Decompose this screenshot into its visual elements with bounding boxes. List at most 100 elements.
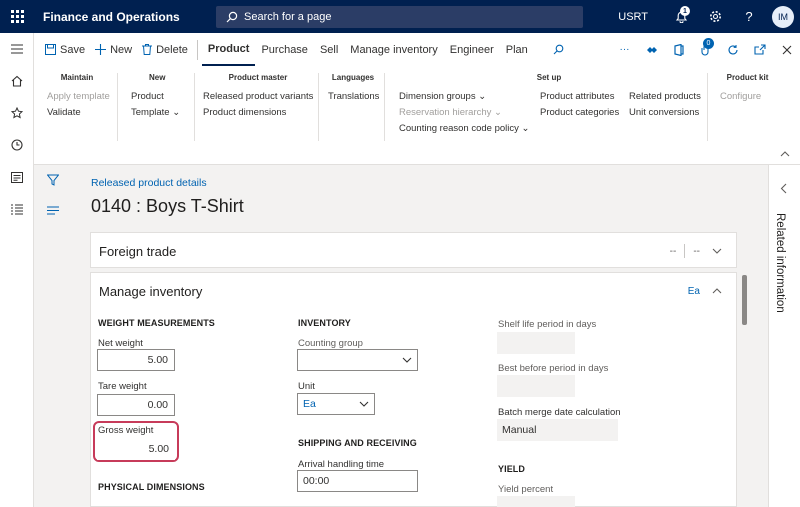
ellipsis-icon: ··· [619, 44, 630, 55]
setup-column-3: Related products Unit conversions [629, 91, 701, 123]
tab-engineer[interactable]: Engineer [444, 33, 500, 66]
chevron-down-icon: ⌄ [478, 91, 487, 102]
apply-template-button[interactable]: Apply template [47, 91, 110, 107]
net-weight-label: Net weight [98, 338, 143, 349]
delete-button[interactable]: Delete [137, 33, 193, 66]
yield-percent-field [497, 496, 575, 507]
translations-button[interactable]: Translations [328, 91, 379, 107]
related-products-button[interactable]: Related products [629, 91, 701, 107]
nav-recent[interactable] [0, 129, 34, 161]
chevron-up-icon[interactable] [712, 288, 722, 294]
dimension-groups-label: Dimension groups [399, 91, 476, 102]
list-icon [47, 206, 59, 214]
group-title: New [149, 73, 166, 82]
save-button[interactable]: Save [40, 33, 90, 66]
list-view-button[interactable] [34, 195, 72, 225]
unit-conversions-button[interactable]: Unit conversions [629, 107, 701, 123]
tab-sell[interactable]: Sell [314, 33, 344, 66]
shelf-life-label: Shelf life period in days [498, 319, 597, 330]
counting-group-select[interactable] [297, 349, 418, 371]
setup-column-2: Product attributes Product categories [540, 91, 619, 123]
collapse-action-pane-button[interactable] [780, 148, 790, 160]
product-attributes-button[interactable]: Product attributes [540, 91, 619, 107]
chevron-down-icon: ⌄ [172, 107, 181, 118]
notifications-button[interactable]: 1 [664, 0, 698, 33]
open-new-window-button[interactable] [746, 33, 773, 66]
group-title: Maintain [60, 73, 94, 82]
dimension-groups-button[interactable]: Dimension groups ⌄ [399, 91, 530, 107]
avatar[interactable]: IM [772, 5, 794, 28]
diamond-icon [646, 46, 657, 53]
validate-button[interactable]: Validate [47, 107, 107, 123]
reservation-hierarchy-label: Reservation hierarchy [399, 107, 492, 118]
clock-icon [11, 139, 23, 151]
settings-button[interactable] [698, 0, 732, 33]
help-button[interactable]: ? [732, 0, 766, 33]
company-selector[interactable]: USRT [618, 11, 648, 23]
divider [384, 73, 385, 141]
app-launcher-button[interactable] [0, 0, 34, 33]
chevron-left-icon[interactable] [780, 183, 787, 194]
chevron-down-icon[interactable] [712, 248, 722, 254]
group-title: Product kit [726, 73, 769, 82]
tare-weight-label: Tare weight [98, 381, 147, 392]
left-navigation [0, 33, 34, 507]
notification-badge: 1 [680, 6, 690, 16]
chevron-down-icon: ⌄ [494, 107, 503, 118]
breadcrumb[interactable]: Released product details [91, 177, 207, 189]
template-menu-button[interactable]: Template ⌄ [131, 107, 186, 123]
group-title: Languages [331, 73, 375, 82]
hamburger-icon [11, 44, 23, 54]
counting-group-label: Counting group [298, 338, 363, 349]
filter-button[interactable] [34, 165, 72, 195]
list-icon [11, 203, 23, 215]
tab-purchase[interactable]: Purchase [255, 33, 313, 66]
close-button[interactable] [773, 33, 800, 66]
chevron-down-icon [402, 357, 412, 363]
office-button[interactable] [665, 33, 692, 66]
unit-select[interactable]: Ea [297, 393, 375, 415]
tab-plan[interactable]: Plan [500, 33, 534, 66]
app-title[interactable]: Finance and Operations [43, 10, 216, 24]
search-icon [553, 44, 564, 55]
scrollbar[interactable] [742, 275, 747, 325]
nav-favorites[interactable] [0, 97, 34, 129]
tare-weight-field[interactable]: 0.00 [97, 394, 175, 416]
nav-home[interactable] [0, 65, 34, 97]
counting-reason-code-policy-button[interactable]: Counting reason code policy ⌄ [399, 123, 530, 139]
fasttab-summary: -- [669, 245, 677, 257]
net-weight-field[interactable]: 5.00 [97, 349, 175, 371]
configure-button[interactable]: Configure [720, 91, 775, 107]
top-bar: Finance and Operations Search for a page… [0, 0, 800, 33]
shipping-receiving-heading: SHIPPING AND RECEIVING [298, 438, 417, 448]
fasttab-header[interactable]: Manage inventory Ea [91, 273, 736, 309]
nav-workspaces[interactable] [0, 161, 34, 193]
power-apps-button[interactable] [638, 33, 665, 66]
product-dimensions-button[interactable]: Product dimensions [203, 107, 313, 123]
save-icon [45, 44, 56, 55]
refresh-icon [727, 44, 738, 54]
reservation-hierarchy-button[interactable]: Reservation hierarchy ⌄ [399, 107, 530, 123]
attachments-button[interactable]: 0 [692, 33, 719, 66]
separator [196, 39, 198, 60]
arrival-handling-time-field[interactable]: 00:00 [297, 470, 418, 492]
product-categories-button[interactable]: Product categories [540, 107, 619, 123]
gross-weight-label: Gross weight [98, 425, 154, 436]
refresh-button[interactable] [719, 33, 746, 66]
group-languages: Languages Translations [328, 73, 379, 107]
group-product-master: Product master Released product variants… [203, 73, 313, 123]
filter-icon [47, 174, 59, 186]
related-information-pane[interactable]: Related information [768, 165, 800, 507]
tab-product[interactable]: Product [201, 33, 256, 66]
best-before-label: Best before period in days [498, 363, 609, 374]
new-product-button[interactable]: Product [131, 91, 186, 107]
released-product-variants-button[interactable]: Released product variants [203, 91, 313, 107]
foreign-trade-fasttab[interactable]: Foreign trade -- -- [90, 232, 737, 268]
new-button[interactable]: New [90, 33, 137, 66]
tab-manage-inventory[interactable]: Manage inventory [344, 33, 443, 66]
nav-modules[interactable] [0, 193, 34, 225]
more-options-button[interactable]: ··· [611, 33, 638, 66]
search-input[interactable]: Search for a page [216, 5, 583, 28]
nav-menu-button[interactable] [0, 33, 34, 65]
action-search-button[interactable] [548, 33, 573, 66]
